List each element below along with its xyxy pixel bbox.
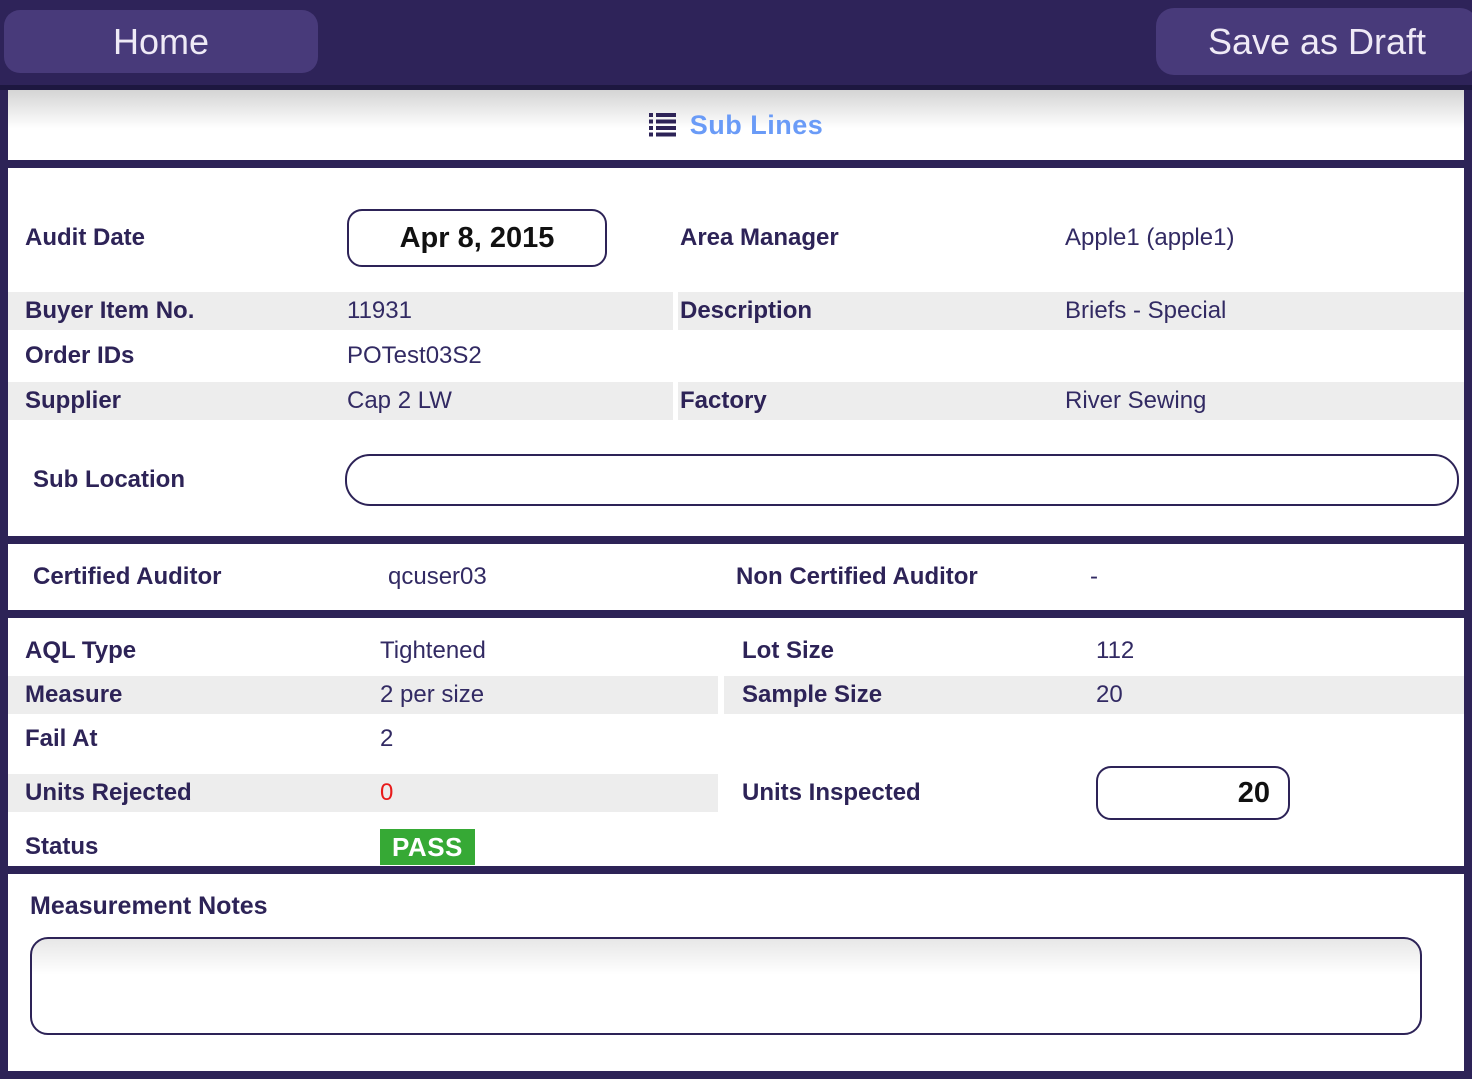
top-bar: Home Save as Draft: [0, 0, 1472, 85]
audit-fields-panel: Audit Date Apr 8, 2015 Area Manager Appl…: [8, 168, 1464, 536]
buyer-item-field: Buyer Item No. 11931: [8, 292, 673, 330]
buyer-description-row: Buyer Item No. 11931 Description Briefs …: [8, 292, 1464, 330]
fail-at-value: 2: [380, 725, 393, 753]
status-badge: PASS: [380, 829, 475, 865]
certified-auditor-label: Certified Auditor: [33, 563, 388, 591]
home-button[interactable]: Home: [4, 10, 318, 73]
sample-size-label: Sample Size: [742, 681, 1096, 709]
supplier-value: Cap 2 LW: [347, 387, 452, 415]
sub-lines-label: Sub Lines: [690, 110, 824, 141]
aql-type-value: Tightened: [380, 637, 486, 665]
audit-date-label: Audit Date: [25, 224, 347, 252]
status-row: Status PASS: [8, 828, 1464, 866]
measure-label: Measure: [25, 681, 380, 709]
buyer-item-label: Buyer Item No.: [25, 297, 347, 325]
status-label: Status: [25, 833, 380, 861]
save-as-draft-button[interactable]: Save as Draft: [1156, 8, 1472, 75]
non-certified-auditor-label: Non Certified Auditor: [736, 563, 1090, 591]
order-ids-row: Order IDs POTest03S2: [8, 337, 1464, 375]
order-ids-field: Order IDs POTest03S2: [8, 337, 673, 375]
non-certified-auditor-value: -: [1090, 563, 1098, 591]
auditors-panel: Certified Auditor qcuser03 Non Certified…: [8, 544, 1464, 610]
aql-panel: AQL Type Tightened Lot Size 112 Measure …: [8, 618, 1464, 866]
fail-at-label: Fail At: [25, 725, 380, 753]
order-ids-label: Order IDs: [25, 342, 347, 370]
fail-at-row-spacer: [724, 720, 1464, 758]
order-ids-row-spacer: [678, 337, 1464, 375]
aql-type-field: AQL Type Tightened: [8, 632, 718, 670]
content-frame: Sub Lines Audit Date Apr 8, 2015 Area Ma…: [0, 90, 1472, 1079]
factory-value: River Sewing: [1065, 387, 1206, 415]
sub-lines-link[interactable]: Sub Lines: [8, 90, 1464, 160]
units-inspected-field: Units Inspected: [724, 764, 1464, 822]
certified-auditor-field: Certified Auditor qcuser03: [8, 563, 718, 591]
audit-date-row: Audit Date Apr 8, 2015 Area Manager Appl…: [8, 184, 1464, 292]
measurement-notes-textarea[interactable]: [30, 937, 1422, 1035]
aql-type-label: AQL Type: [25, 637, 380, 665]
fail-at-row: Fail At 2: [8, 720, 1464, 758]
area-manager-label: Area Manager: [680, 224, 1065, 252]
audit-form-screen: Home Save as Draft Sub Lines Audit Date …: [0, 0, 1472, 1079]
area-manager-field: Area Manager Apple1 (apple1): [678, 224, 1464, 252]
description-label: Description: [680, 297, 1065, 325]
description-field: Description Briefs - Special: [678, 292, 1464, 330]
sub-location-input[interactable]: [345, 454, 1459, 506]
units-row: Units Rejected 0 Units Inspected: [8, 764, 1464, 822]
area-manager-value: Apple1 (apple1): [1065, 224, 1234, 252]
non-certified-auditor-field: Non Certified Auditor -: [718, 563, 1464, 591]
sample-size-field: Sample Size 20: [724, 676, 1464, 714]
lot-size-label: Lot Size: [742, 637, 1096, 665]
certified-auditor-value: qcuser03: [388, 563, 487, 591]
units-inspected-input[interactable]: [1096, 766, 1290, 820]
measure-field: Measure 2 per size: [8, 676, 718, 714]
factory-label: Factory: [680, 387, 1065, 415]
order-ids-value: POTest03S2: [347, 342, 482, 370]
supplier-field: Supplier Cap 2 LW: [8, 382, 673, 420]
list-icon: [649, 113, 676, 137]
measurement-notes-label: Measurement Notes: [30, 892, 1442, 921]
measurement-notes-panel: Measurement Notes: [8, 874, 1464, 1071]
supplier-factory-row: Supplier Cap 2 LW Factory River Sewing: [8, 382, 1464, 420]
sub-location-row: Sub Location: [8, 432, 1464, 528]
sub-location-label: Sub Location: [8, 466, 345, 494]
lot-size-field: Lot Size 112: [724, 632, 1464, 670]
measure-sample-size-row: Measure 2 per size Sample Size 20: [8, 676, 1464, 714]
status-field: Status PASS: [8, 828, 718, 866]
fail-at-field: Fail At 2: [8, 720, 718, 758]
audit-date-picker[interactable]: Apr 8, 2015: [347, 209, 607, 267]
sample-size-value: 20: [1096, 681, 1123, 709]
units-rejected-field: Units Rejected 0: [8, 774, 718, 812]
buyer-item-value: 11931: [347, 297, 412, 325]
measure-value: 2 per size: [380, 681, 484, 709]
description-value: Briefs - Special: [1065, 297, 1226, 325]
units-rejected-value: 0: [380, 779, 393, 807]
audit-date-field: Audit Date Apr 8, 2015: [8, 209, 673, 267]
aql-type-lot-size-row: AQL Type Tightened Lot Size 112: [8, 632, 1464, 670]
units-inspected-label: Units Inspected: [742, 779, 1096, 807]
status-row-spacer: [724, 828, 1464, 866]
supplier-label: Supplier: [25, 387, 347, 415]
units-rejected-label: Units Rejected: [25, 779, 380, 807]
factory-field: Factory River Sewing: [678, 382, 1464, 420]
lot-size-value: 112: [1096, 637, 1134, 665]
